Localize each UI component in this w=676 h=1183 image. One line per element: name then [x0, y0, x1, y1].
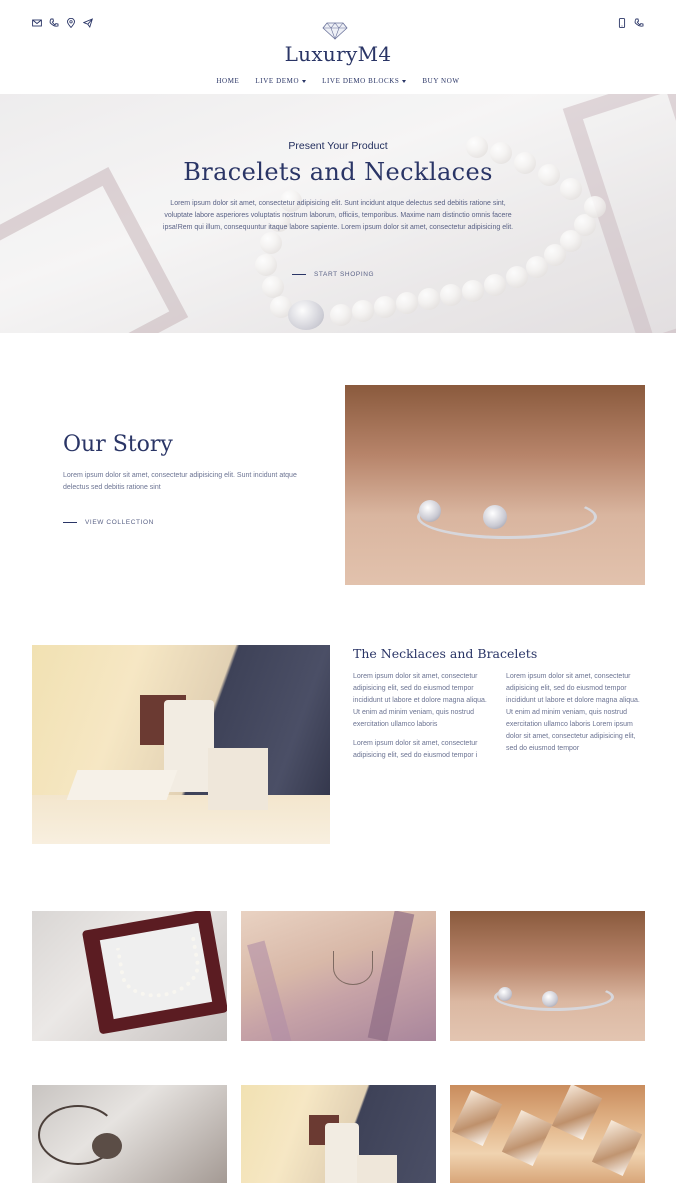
contact-icons: [32, 18, 93, 28]
necklaces-title: The Necklaces and Bracelets: [353, 646, 538, 661]
phone-icon[interactable]: [49, 18, 59, 28]
necklaces-paragraph: Lorem ipsum dolor sit amet, consectetur …: [353, 740, 478, 759]
nav-buy-now[interactable]: BUY NOW: [422, 77, 459, 85]
nav-live-demo-blocks-label: LIVE DEMO BLOCKS: [322, 77, 400, 85]
start-shopping-link[interactable]: START SHOPING: [292, 271, 374, 278]
mail-icon[interactable]: [32, 18, 42, 28]
necklaces-text-column-2: Lorem ipsum dolor sit amet, consectetur …: [506, 671, 646, 755]
nav-live-demo[interactable]: LIVE DEMO: [255, 77, 307, 85]
start-shopping-label: START SHOPING: [314, 271, 375, 278]
phone-icon[interactable]: [634, 18, 644, 28]
site-header: LuxuryM4 HOME LIVE DEMO LIVE DEMO BLOCKS…: [0, 0, 676, 94]
hero-text: Lorem ipsum dolor sit amet, consectetur …: [162, 200, 514, 231]
necklaces-paragraph: Lorem ipsum dolor sit amet, consectetur …: [506, 673, 640, 752]
hero-section: Present Your Product Bracelets and Neckl…: [0, 94, 676, 333]
site-logo[interactable]: LuxuryM4: [0, 42, 676, 66]
location-icon[interactable]: [66, 18, 76, 28]
jewelry-display-image: [32, 645, 330, 844]
nav-home[interactable]: HOME: [216, 77, 239, 85]
nav-live-demo-label: LIVE DEMO: [255, 77, 300, 85]
gallery-image-bracelet[interactable]: [450, 911, 645, 1041]
story-title: Our Story: [63, 432, 173, 457]
view-collection-label: VIEW COLLECTION: [85, 519, 154, 526]
gallery-image-jewelry-display[interactable]: [241, 1085, 436, 1183]
diamond-icon: [322, 22, 348, 40]
mobile-icon[interactable]: [617, 18, 627, 28]
nav-home-label: HOME: [216, 77, 240, 85]
nav-buy-now-label: BUY NOW: [422, 77, 460, 85]
send-icon[interactable]: [83, 18, 93, 28]
cta-line: [63, 522, 77, 523]
caret-down-icon: [302, 79, 307, 83]
view-collection-link[interactable]: VIEW COLLECTION: [63, 519, 154, 526]
bracelet-image: [345, 385, 645, 585]
gallery-image-pendant[interactable]: [32, 1085, 227, 1183]
story-text: Lorem ipsum dolor sit amet, consectetur …: [63, 472, 297, 491]
hero-subtitle: Present Your Product: [288, 140, 388, 152]
nav-live-demo-blocks[interactable]: LIVE DEMO BLOCKS: [322, 77, 407, 85]
necklaces-paragraph: Lorem ipsum dolor sit amet, consectetur …: [353, 673, 487, 728]
main-nav: HOME LIVE DEMO LIVE DEMO BLOCKS BUY NOW: [0, 77, 676, 85]
necklaces-text-column-1: Lorem ipsum dolor sit amet, consectetur …: [353, 671, 491, 762]
device-icons: [617, 18, 644, 28]
caret-down-icon: [402, 79, 407, 83]
gallery-image-pearl-necklace-case[interactable]: [32, 911, 227, 1041]
gallery-image-woman-necklace[interactable]: [241, 911, 436, 1041]
hero-title: Bracelets and Necklaces: [183, 158, 493, 186]
cta-line: [292, 274, 306, 275]
gallery-image-crystals[interactable]: [450, 1085, 645, 1183]
